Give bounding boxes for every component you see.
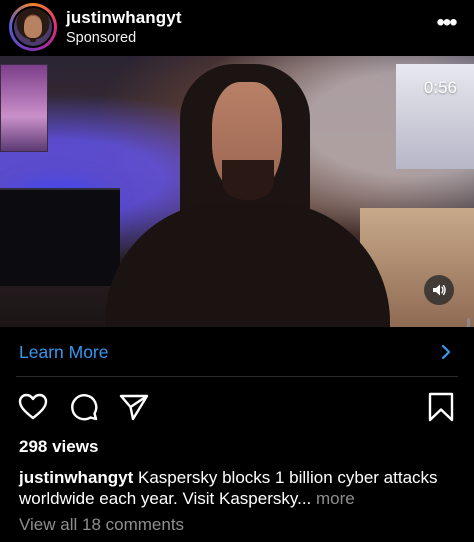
caption: justinwhangyt Kaspersky blocks 1 billion… [19,467,459,509]
more-options-icon[interactable]: ••• [436,11,457,35]
action-bar [0,385,474,430]
person-body [105,202,390,327]
view-count[interactable]: 298 views [19,437,98,457]
person-beard [222,160,274,200]
post-header: justinwhangyt Sponsored ••• [0,0,474,56]
volume-button[interactable] [424,275,454,305]
paper-plane-icon[interactable] [118,391,150,423]
post-username[interactable]: justinwhangyt [66,8,182,28]
chevron-right-icon[interactable] [440,344,452,360]
caption-username[interactable]: justinwhangyt [19,468,133,487]
caption-more-link[interactable]: more [311,489,355,508]
monitor [0,188,120,286]
instagram-post: justinwhangyt Sponsored ••• 0:56 Learn M… [0,0,474,542]
view-all-comments-link[interactable]: View all 18 comments [19,515,184,535]
speaker-icon [433,284,446,296]
heart-icon[interactable] [17,391,49,423]
learn-more-bar[interactable]: Learn More [0,327,474,377]
video-duration: 0:56 [423,78,457,97]
learn-more-link[interactable]: Learn More [19,342,109,363]
divider [16,376,458,377]
bookmark-icon[interactable] [425,391,457,423]
sponsored-label[interactable]: Sponsored [66,30,136,46]
wall-poster [0,64,48,152]
story-ring[interactable] [9,3,57,51]
avatar[interactable] [14,8,52,46]
comment-bubble-icon[interactable] [68,391,100,423]
video-player[interactable]: 0:56 [0,56,474,327]
